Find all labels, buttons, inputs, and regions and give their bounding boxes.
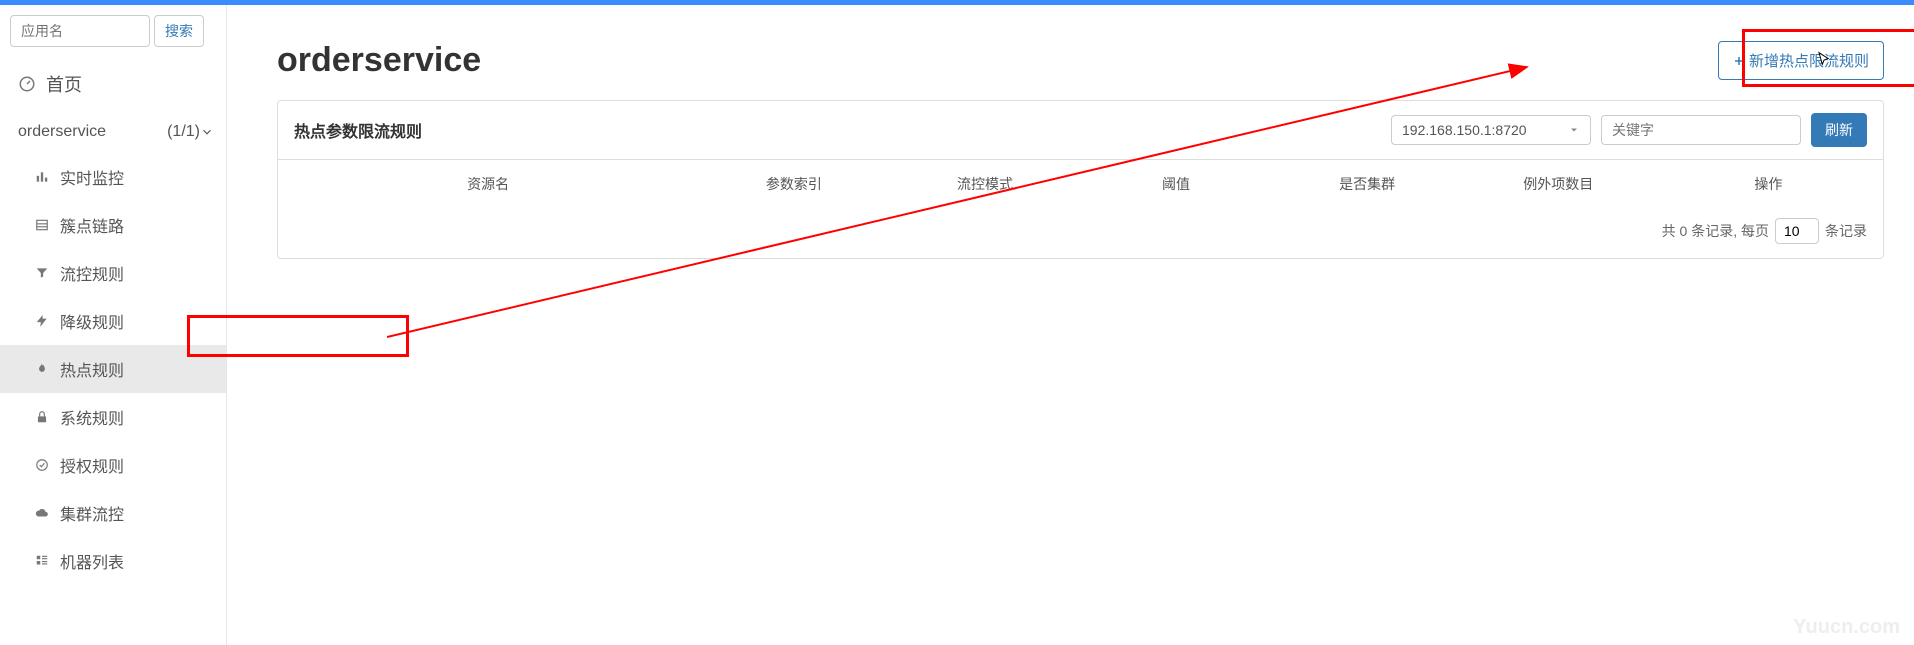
refresh-button[interactable]: 刷新 <box>1811 113 1867 147</box>
instance-value: 192.168.150.1:8720 <box>1402 122 1527 138</box>
filter-icon <box>34 266 50 280</box>
sidebar: 搜索 首页 orderservice (1/1) 实时监控 簇点 <box>0 5 227 645</box>
bar-chart-icon <box>34 170 50 184</box>
nav-home[interactable]: 首页 <box>0 57 226 111</box>
sidebar-item-label: 簇点链路 <box>60 213 124 237</box>
lock-icon <box>34 410 50 424</box>
grid-icon <box>34 554 50 568</box>
col-exceptions: 例外项数目 <box>1463 174 1654 194</box>
page-header: orderservice 新增热点限流规则 <box>277 5 1884 100</box>
fire-icon <box>34 362 50 376</box>
sidebar-item-cluster-flow[interactable]: 集群流控 <box>0 489 226 537</box>
page-title: orderservice <box>277 41 481 80</box>
sidebar-item-degrade-rule[interactable]: 降级规则 <box>0 297 226 345</box>
nav-home-label: 首页 <box>46 71 82 97</box>
plus-icon <box>1733 55 1745 67</box>
sidebar-item-flow-rule[interactable]: 流控规则 <box>0 249 226 297</box>
col-cluster: 是否集群 <box>1272 174 1463 194</box>
check-circle-icon <box>34 458 50 472</box>
flash-icon <box>34 314 50 328</box>
sidebar-item-machine-list[interactable]: 机器列表 <box>0 537 226 585</box>
col-mode: 流控模式 <box>889 174 1080 194</box>
col-actions: 操作 <box>1654 174 1883 194</box>
sidebar-item-label: 热点规则 <box>60 357 124 381</box>
sidebar-item-label: 实时监控 <box>60 165 124 189</box>
sidebar-item-label: 系统规则 <box>60 405 124 429</box>
search-row: 搜索 <box>0 5 226 57</box>
nav-group-name: orderservice <box>18 123 106 141</box>
rules-panel: 热点参数限流规则 192.168.150.1:8720 刷新 资源名 参数索引 … <box>277 100 1884 259</box>
sidebar-item-system-rule[interactable]: 系统规则 <box>0 393 226 441</box>
search-button[interactable]: 搜索 <box>154 15 204 47</box>
dashboard-icon <box>18 75 36 93</box>
instance-select[interactable]: 192.168.150.1:8720 <box>1391 115 1591 145</box>
sidebar-item-label: 授权规则 <box>60 453 124 477</box>
sidebar-item-realtime[interactable]: 实时监控 <box>0 153 226 201</box>
sidebar-item-label: 流控规则 <box>60 261 124 285</box>
page-size-input[interactable] <box>1775 218 1819 244</box>
panel-title: 热点参数限流规则 <box>294 118 422 142</box>
col-resource: 资源名 <box>278 174 698 194</box>
main: orderservice 新增热点限流规则 热点参数限流规则 192.168.1… <box>227 5 1914 645</box>
chevron-down-icon <box>200 125 214 139</box>
sidebar-item-auth-rule[interactable]: 授权规则 <box>0 441 226 489</box>
nav-group-count: (1/1) <box>167 123 200 141</box>
pager: 共 0 条记录, 每页 条记录 <box>278 208 1883 258</box>
list-icon <box>34 218 50 232</box>
cloud-icon <box>34 506 50 520</box>
pager-prefix: 共 0 条记录, 每页 <box>1662 221 1769 241</box>
sidebar-item-label: 集群流控 <box>60 501 124 525</box>
sidebar-item-cluster-link[interactable]: 簇点链路 <box>0 201 226 249</box>
col-threshold: 阈值 <box>1081 174 1272 194</box>
panel-header: 热点参数限流规则 192.168.150.1:8720 刷新 <box>278 101 1883 160</box>
watermark: Yuucn.com <box>1793 616 1900 639</box>
sidebar-item-hotspot-rule[interactable]: 热点规则 <box>0 345 226 393</box>
panel-controls: 192.168.150.1:8720 刷新 <box>1391 113 1867 147</box>
sidebar-item-label: 降级规则 <box>60 309 124 333</box>
add-button-label: 新增热点限流规则 <box>1749 50 1869 71</box>
table-header: 资源名 参数索引 流控模式 阈值 是否集群 例外项数目 操作 <box>278 160 1883 208</box>
pager-suffix: 条记录 <box>1825 221 1867 241</box>
add-hotspot-rule-button[interactable]: 新增热点限流规则 <box>1718 41 1884 80</box>
nav-group-count-wrap: (1/1) <box>167 123 214 141</box>
caret-down-icon <box>1568 124 1580 136</box>
search-input[interactable] <box>10 15 150 47</box>
nav-group-header[interactable]: orderservice (1/1) <box>0 111 226 153</box>
keyword-input[interactable] <box>1601 115 1801 145</box>
col-index: 参数索引 <box>698 174 889 194</box>
sidebar-item-label: 机器列表 <box>60 549 124 573</box>
